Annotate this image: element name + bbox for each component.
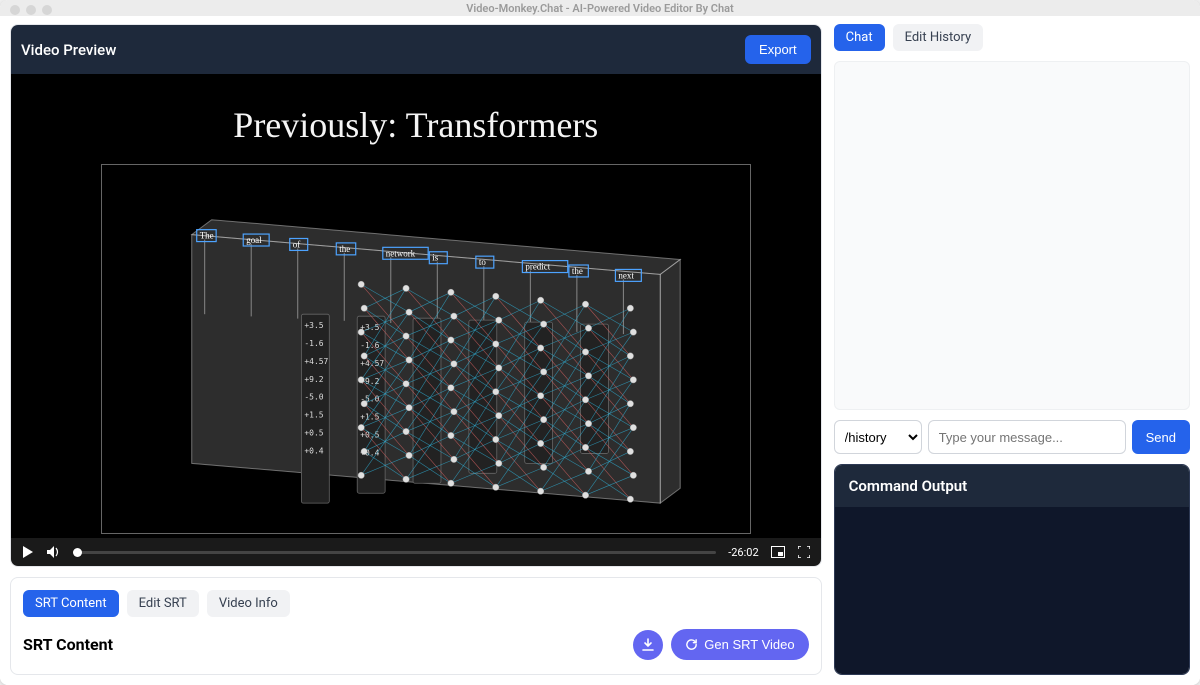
svg-text:+1.5: +1.5	[360, 413, 379, 422]
picture-in-picture-icon[interactable]	[771, 545, 785, 559]
svg-text:+4.57: +4.57	[304, 357, 328, 366]
srt-heading: SRT Content	[23, 635, 113, 654]
svg-text:+4.57: +4.57	[360, 359, 384, 368]
maximize-window-icon[interactable]	[42, 5, 52, 15]
svg-text:+1.5: +1.5	[304, 411, 323, 420]
srt-panel: SRT Content Edit SRT Video Info SRT Cont…	[10, 577, 822, 675]
download-srt-button[interactable]	[633, 630, 663, 660]
tab-chat[interactable]: Chat	[834, 24, 885, 51]
tab-edit-history[interactable]: Edit History	[893, 24, 984, 51]
svg-text:the: the	[572, 266, 583, 276]
command-output-header: Command Output	[835, 465, 1189, 507]
srt-tabs: SRT Content Edit SRT Video Info	[23, 590, 809, 617]
svg-text:is: is	[432, 253, 438, 263]
message-input[interactable]	[928, 420, 1126, 454]
play-icon[interactable]	[21, 545, 35, 559]
svg-text:goal: goal	[246, 235, 262, 245]
video-preview-title: Video Preview	[21, 41, 116, 59]
download-icon	[641, 638, 655, 652]
svg-text:+0.4: +0.4	[304, 446, 323, 455]
time-remaining: -26:02	[728, 546, 758, 559]
gen-srt-video-label: Gen SRT Video	[704, 637, 794, 652]
svg-text:+0.5: +0.5	[360, 431, 379, 440]
video-preview-card: Video Preview Export Previously: Transfo…	[10, 24, 822, 567]
command-output-card: Command Output	[834, 464, 1190, 675]
close-window-icon[interactable]	[10, 5, 20, 15]
video-frame-title: Previously: Transformers	[11, 104, 821, 146]
svg-text:network: network	[386, 248, 416, 258]
svg-text:next: next	[618, 270, 634, 280]
command-select[interactable]: /history	[834, 420, 922, 454]
svg-text:-5.0: -5.0	[304, 393, 323, 402]
titlebar: Video-Monkey.Chat - AI-Powered Video Edi…	[0, 0, 1200, 16]
svg-text:-1.6: -1.6	[304, 339, 323, 348]
transformer-visualization: The goal of the network is to predict the next +3…	[101, 164, 751, 534]
send-button[interactable]: Send	[1132, 420, 1190, 454]
svg-text:predict: predict	[525, 262, 550, 272]
left-column: Video Preview Export Previously: Transfo…	[10, 24, 822, 675]
app-window: Video-Monkey.Chat - AI-Powered Video Edi…	[0, 0, 1200, 685]
svg-text:+0.5: +0.5	[304, 429, 323, 438]
svg-text:of: of	[293, 239, 300, 249]
video-controls: -26:02	[11, 538, 821, 566]
svg-text:to: to	[479, 257, 486, 267]
minimize-window-icon[interactable]	[26, 5, 36, 15]
chat-card: Chat Edit History /history Send	[834, 24, 1190, 454]
tab-edit-srt[interactable]: Edit SRT	[127, 590, 199, 617]
right-column: Chat Edit History /history Send Command …	[834, 24, 1190, 675]
tab-video-info[interactable]: Video Info	[207, 590, 290, 617]
gen-srt-video-button[interactable]: Gen SRT Video	[671, 629, 808, 660]
chat-input-row: /history Send	[834, 420, 1190, 454]
fullscreen-icon[interactable]	[797, 545, 811, 559]
svg-text:+9.2: +9.2	[304, 375, 323, 384]
chat-messages[interactable]	[834, 61, 1190, 410]
seek-bar[interactable]	[73, 551, 716, 554]
video-frame[interactable]: Previously: Transformers The goal of the net…	[11, 74, 821, 538]
command-output-body[interactable]	[835, 507, 1189, 674]
window-title: Video-Monkey.Chat - AI-Powered Video Edi…	[466, 2, 734, 15]
svg-text:the: the	[339, 244, 350, 254]
chat-tabs: Chat Edit History	[834, 24, 1190, 61]
seek-thumb[interactable]	[73, 548, 82, 557]
video-preview-header: Video Preview Export	[11, 25, 821, 74]
traffic-lights	[10, 5, 52, 15]
svg-text:The: The	[200, 231, 214, 241]
volume-icon[interactable]	[47, 545, 61, 559]
refresh-icon	[685, 638, 698, 651]
tab-srt-content[interactable]: SRT Content	[23, 590, 119, 617]
export-button[interactable]: Export	[745, 35, 811, 64]
svg-text:+3.5: +3.5	[304, 321, 323, 330]
